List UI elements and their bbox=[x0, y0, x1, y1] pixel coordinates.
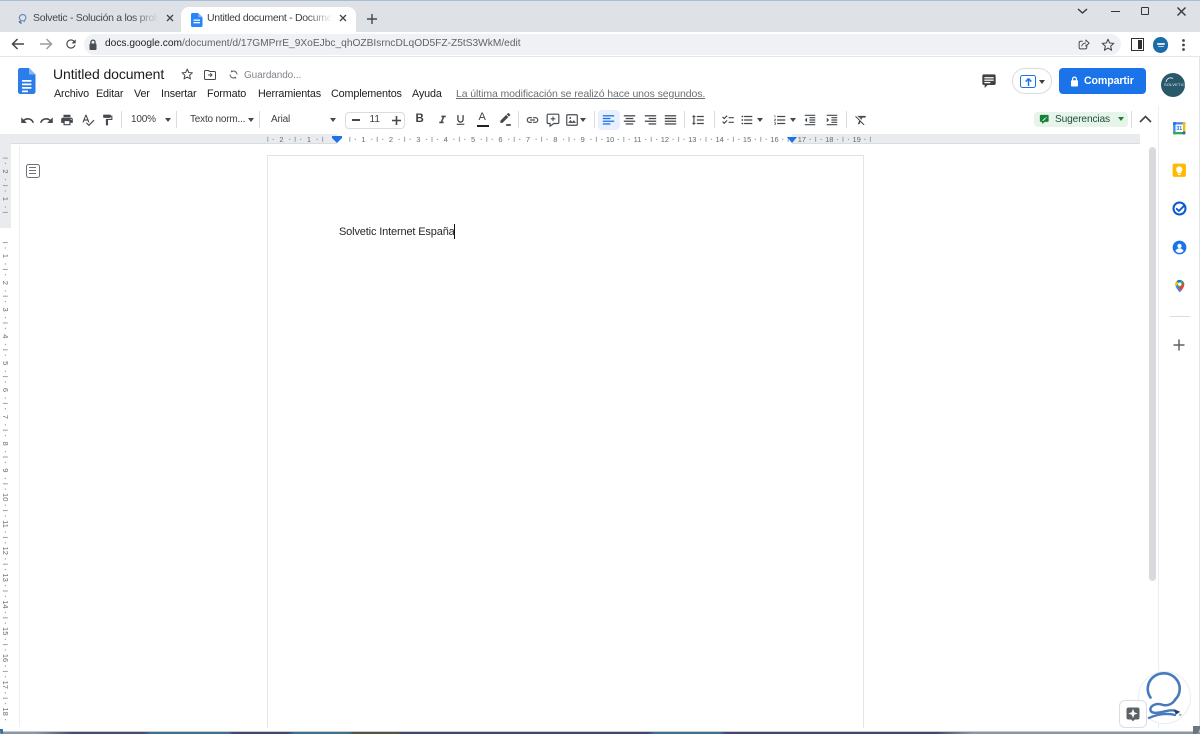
svg-text:4: 4 bbox=[444, 135, 448, 144]
svg-text:3: 3 bbox=[416, 135, 420, 144]
svg-text:16: 16 bbox=[770, 135, 778, 144]
svg-text:31: 31 bbox=[1176, 126, 1182, 132]
svg-text:18: 18 bbox=[825, 135, 833, 144]
svg-text:2: 2 bbox=[389, 135, 393, 144]
svg-text:1: 1 bbox=[1, 253, 10, 257]
svg-text:7: 7 bbox=[1, 414, 10, 418]
svg-text:14: 14 bbox=[716, 135, 724, 144]
svg-text:1: 1 bbox=[307, 135, 311, 144]
svg-text:5: 5 bbox=[471, 135, 475, 144]
svg-text:2: 2 bbox=[1, 169, 10, 173]
svg-text:3: 3 bbox=[1, 307, 10, 311]
svg-text:6: 6 bbox=[498, 135, 502, 144]
svg-text:2: 2 bbox=[279, 135, 283, 144]
svg-text:1: 1 bbox=[361, 135, 365, 144]
svg-text:8: 8 bbox=[1, 441, 10, 445]
svg-text:6: 6 bbox=[1, 387, 10, 391]
svg-text:17: 17 bbox=[1, 680, 10, 688]
svg-text:9: 9 bbox=[581, 135, 585, 144]
svg-text:11: 11 bbox=[1, 520, 10, 528]
svg-text:15: 15 bbox=[743, 135, 751, 144]
svg-text:14: 14 bbox=[1, 600, 10, 608]
svg-text:11: 11 bbox=[634, 135, 642, 144]
svg-text:5: 5 bbox=[1, 361, 10, 365]
svg-text:12: 12 bbox=[661, 135, 669, 144]
svg-text:4: 4 bbox=[1, 334, 10, 338]
svg-text:8: 8 bbox=[553, 135, 557, 144]
svg-text:13: 13 bbox=[1, 573, 10, 581]
svg-text:18: 18 bbox=[1, 707, 10, 715]
svg-text:10: 10 bbox=[1, 493, 10, 501]
svg-text:1: 1 bbox=[1, 196, 10, 200]
svg-text:13: 13 bbox=[688, 135, 696, 144]
svg-text:17: 17 bbox=[798, 135, 806, 144]
svg-text:12: 12 bbox=[1, 546, 10, 554]
svg-text:10: 10 bbox=[606, 135, 614, 144]
svg-text:2: 2 bbox=[1, 280, 10, 284]
svg-text:16: 16 bbox=[1, 653, 10, 661]
svg-text:7: 7 bbox=[526, 135, 530, 144]
svg-text:15: 15 bbox=[1, 627, 10, 635]
svg-text:19: 19 bbox=[853, 135, 861, 144]
svg-text:9: 9 bbox=[1, 468, 10, 472]
